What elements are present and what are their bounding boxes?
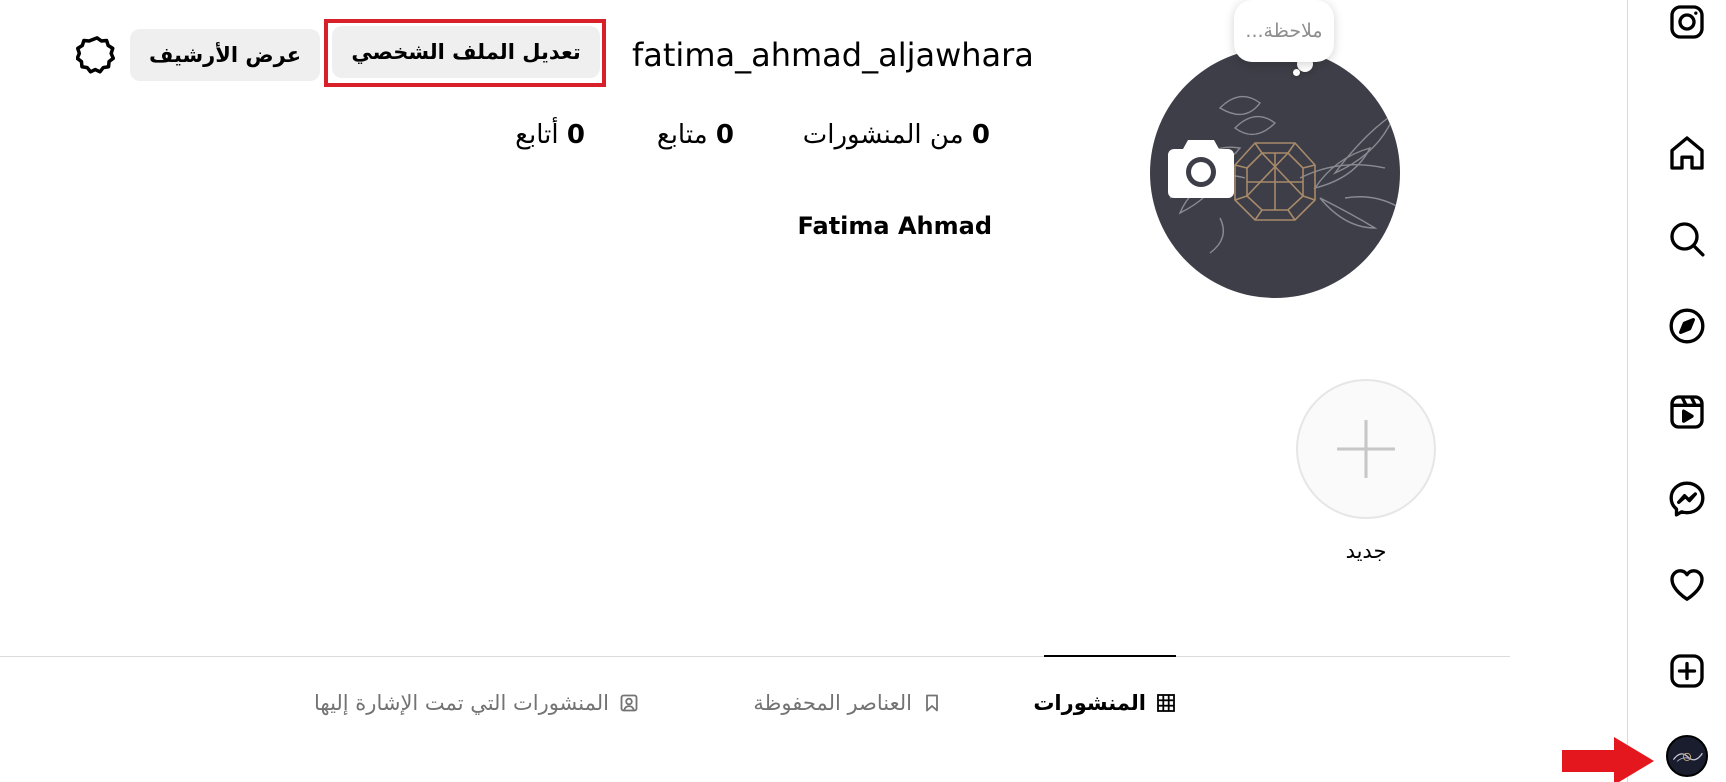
tab-saved[interactable]: العناصر المحفوظة	[753, 688, 942, 718]
profile-avatar[interactable]	[1666, 735, 1708, 777]
tab-saved-label: العناصر المحفوظة	[753, 691, 912, 715]
new-highlight-label: جديد	[1345, 539, 1387, 563]
tab-tagged[interactable]: المنشورات التي تمت الإشارة إليها	[314, 688, 639, 718]
camera-icon[interactable]	[1166, 134, 1236, 200]
note-placeholder: ملاحظة...	[1245, 20, 1323, 42]
reels-icon[interactable]	[1665, 390, 1709, 434]
stat-posts: 0 من المنشورات	[803, 120, 990, 156]
following-label: أتابع	[515, 120, 559, 150]
edit-profile-button[interactable]: تعديل الملف الشخصي	[332, 26, 600, 78]
tab-active-indicator	[1044, 655, 1176, 657]
settings-gear-icon[interactable]	[76, 34, 118, 76]
note-bubble[interactable]: ملاحظة...	[1234, 0, 1334, 62]
sidebar	[1627, 0, 1726, 782]
home-icon[interactable]	[1665, 131, 1709, 175]
stat-following[interactable]: 0 أتابع	[515, 120, 585, 156]
create-icon[interactable]	[1665, 649, 1709, 693]
tab-tagged-label: المنشورات التي تمت الإشارة إليها	[313, 691, 609, 715]
arrow-pointer-icon	[1562, 737, 1654, 782]
note-bubble-tail-small	[1293, 69, 1300, 76]
new-highlight-button[interactable]	[1296, 379, 1436, 519]
notifications-icon[interactable]	[1665, 563, 1709, 607]
profile-picture[interactable]	[1150, 48, 1400, 298]
followers-count: 0	[715, 120, 734, 150]
search-icon[interactable]	[1665, 217, 1709, 261]
following-count: 0	[566, 120, 585, 150]
new-highlight-circle	[1302, 385, 1430, 513]
stat-followers[interactable]: 0 متابع	[657, 120, 734, 156]
grid-icon	[1157, 694, 1175, 712]
explore-icon[interactable]	[1665, 304, 1709, 348]
bookmark-icon	[926, 694, 938, 712]
followers-label: متابع	[656, 120, 708, 150]
posts-label: من المنشورات	[802, 120, 964, 150]
tabs-divider	[0, 656, 1510, 657]
instagram-icon[interactable]	[1665, 0, 1709, 44]
tagged-icon	[620, 694, 638, 712]
plus-icon	[1337, 420, 1395, 478]
view-archive-button[interactable]: عرض الأرشيف	[130, 29, 320, 81]
profile-display-name: Fatima Ahmad	[797, 212, 992, 240]
tab-posts[interactable]: المنشورات	[1033, 688, 1176, 718]
profile-username: fatima_ahmad_aljawhara	[632, 36, 1034, 74]
tab-posts-label: المنشورات	[1033, 691, 1146, 715]
posts-count: 0	[971, 120, 990, 150]
messenger-icon[interactable]	[1665, 477, 1709, 521]
